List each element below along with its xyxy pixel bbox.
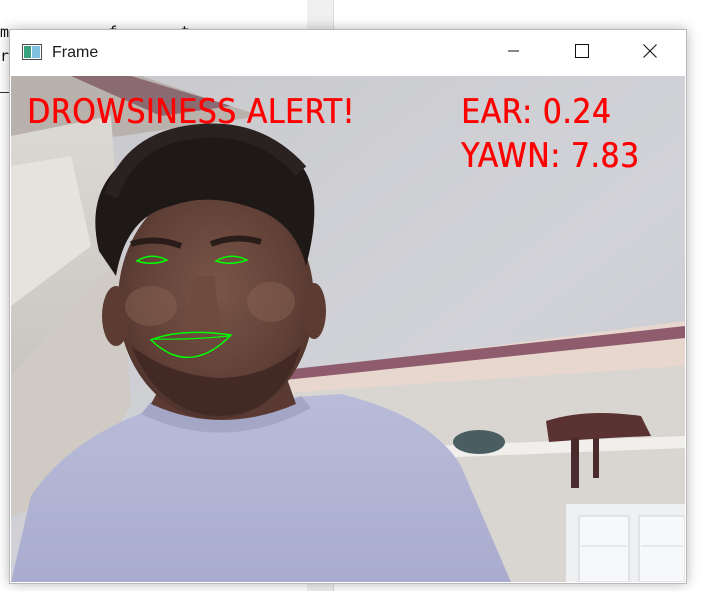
ear-value-text: EAR: 0.24: [461, 92, 612, 132]
minimize-icon: [508, 44, 520, 62]
minimize-button[interactable]: [480, 30, 548, 76]
window-title: Frame: [52, 44, 99, 61]
close-button[interactable]: [616, 30, 684, 76]
video-frame: DROWSINESS ALERT! EAR: 0.24 YAWN: 7.83: [11, 76, 685, 582]
opencv-frame-icon: [22, 44, 42, 60]
maximize-button[interactable]: [548, 30, 616, 76]
background-text-line-2: r: [0, 47, 10, 65]
yawn-value-text: YAWN: 7.83: [461, 136, 640, 176]
close-icon: [643, 43, 657, 63]
frame-window[interactable]: Frame DROWSINESS ALERT! EAR: 0.24 YAWN: …: [9, 29, 687, 584]
maximize-icon: [575, 43, 589, 63]
drowsiness-alert-text: DROWSINESS ALERT!: [27, 92, 355, 132]
title-bar[interactable]: Frame: [10, 30, 686, 76]
bag-on-shelf: [453, 430, 505, 454]
desktop: m f t r Frame: [0, 0, 708, 591]
